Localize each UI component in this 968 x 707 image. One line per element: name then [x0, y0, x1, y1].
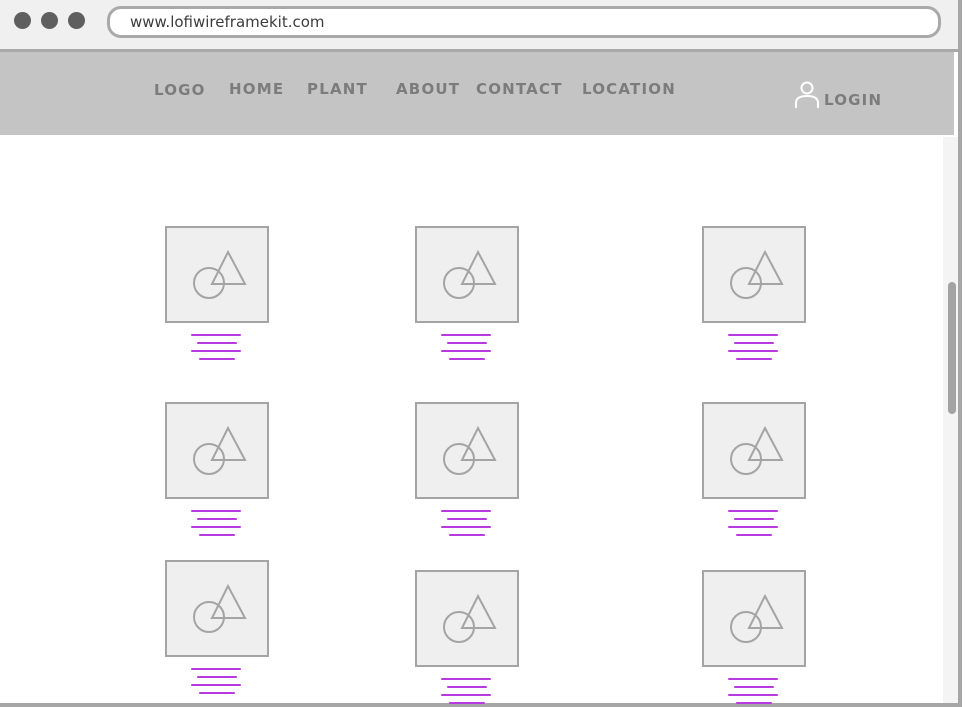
image-placeholder-icon [443, 249, 497, 299]
caption-line [736, 702, 772, 704]
image-placeholder[interactable] [702, 226, 806, 323]
caption-line [191, 526, 241, 528]
image-placeholder[interactable] [702, 570, 806, 667]
caption-line [197, 342, 237, 344]
image-placeholder[interactable] [415, 226, 519, 323]
caption-line [199, 534, 235, 536]
image-placeholder-icon [443, 425, 497, 475]
caption-line [191, 350, 241, 352]
caption-line [736, 534, 772, 536]
image-placeholder-icon [443, 593, 497, 643]
login-link[interactable]: LOGIN [824, 91, 882, 109]
caption-line [736, 358, 772, 360]
caption-line [734, 686, 774, 688]
caption-lines [439, 334, 495, 362]
caption-line [447, 518, 487, 520]
caption-lines [439, 678, 495, 706]
caption-lines [726, 334, 782, 362]
image-placeholder[interactable] [165, 226, 269, 323]
scrollbar-track[interactable] [943, 137, 958, 703]
caption-line [191, 668, 241, 670]
caption-line [191, 334, 241, 336]
caption-line [199, 358, 235, 360]
caption-line [734, 342, 774, 344]
address-bar-url: www.lofiwireframekit.com [130, 13, 325, 31]
caption-lines [189, 334, 245, 362]
caption-line [728, 334, 778, 336]
nav-link-contact[interactable]: CONTACT [476, 80, 563, 98]
browser-titlebar: www.lofiwireframekit.com [0, 0, 958, 52]
caption-line [441, 334, 491, 336]
caption-line [734, 518, 774, 520]
caption-line [441, 678, 491, 680]
caption-line [441, 526, 491, 528]
caption-line [191, 684, 241, 686]
window-minimize-dot[interactable] [41, 12, 58, 29]
user-icon[interactable] [794, 80, 820, 110]
caption-lines [726, 510, 782, 538]
caption-lines [189, 668, 245, 696]
nav-link-plant[interactable]: PLANT [307, 80, 368, 98]
caption-line [449, 534, 485, 536]
caption-line [197, 518, 237, 520]
nav-link-about[interactable]: ABOUT [396, 80, 460, 98]
image-placeholder-icon [730, 425, 784, 475]
caption-line [447, 342, 487, 344]
caption-line [449, 702, 485, 704]
caption-line [728, 678, 778, 680]
caption-line [449, 358, 485, 360]
caption-line [728, 526, 778, 528]
address-bar[interactable]: www.lofiwireframekit.com [107, 6, 941, 38]
caption-lines [439, 510, 495, 538]
caption-line [728, 510, 778, 512]
image-placeholder[interactable] [702, 402, 806, 499]
caption-line [441, 350, 491, 352]
caption-line [441, 694, 491, 696]
caption-line [441, 510, 491, 512]
caption-line [197, 676, 237, 678]
image-placeholder-icon [193, 249, 247, 299]
image-placeholder[interactable] [165, 402, 269, 499]
caption-lines [726, 678, 782, 706]
nav-logo[interactable]: LOGO [154, 81, 206, 99]
caption-line [447, 686, 487, 688]
image-placeholder-icon [730, 593, 784, 643]
caption-line [728, 350, 778, 352]
window-maximize-dot[interactable] [68, 12, 85, 29]
caption-line [191, 510, 241, 512]
image-placeholder-icon [730, 249, 784, 299]
window-close-dot[interactable] [14, 12, 31, 29]
image-placeholder-icon [193, 583, 247, 633]
caption-line [199, 692, 235, 694]
caption-lines [189, 510, 245, 538]
image-placeholder-icon [193, 425, 247, 475]
scrollbar-thumb[interactable] [948, 282, 956, 414]
image-placeholder[interactable] [165, 560, 269, 657]
nav-link-home[interactable]: HOME [229, 80, 284, 98]
image-placeholder[interactable] [415, 570, 519, 667]
image-placeholder[interactable] [415, 402, 519, 499]
caption-line [728, 694, 778, 696]
nav-link-location[interactable]: LOCATION [582, 80, 676, 98]
